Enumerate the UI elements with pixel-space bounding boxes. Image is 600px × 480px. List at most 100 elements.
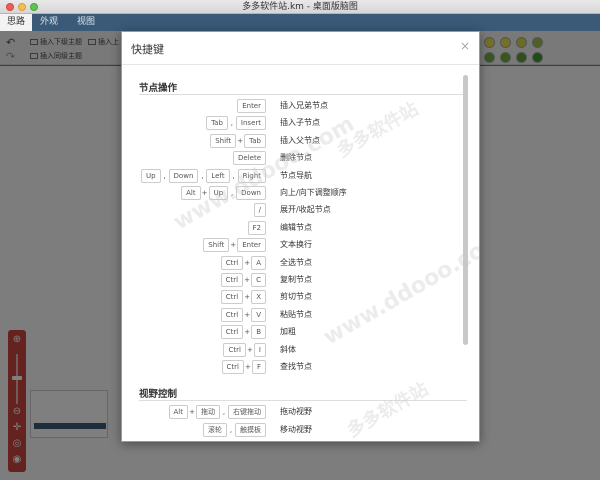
shortcut-row: Ctrl + F 查找节点: [122, 359, 462, 375]
shortcut-row: Ctrl + V 粘贴节点: [122, 307, 462, 323]
shortcut-keys: Ctrl + V: [220, 307, 266, 323]
key-separator: ,: [222, 408, 226, 417]
dialog-scrollbar[interactable]: [463, 75, 468, 345]
tab-appearance[interactable]: 外观: [33, 14, 65, 31]
keycap: Insert: [235, 116, 266, 131]
key-separator: +: [244, 276, 251, 284]
shortcut-row: Alt + Up, Down 向上/向下调整顺序: [122, 185, 462, 201]
keycap: /: [253, 203, 266, 218]
dialog-header: 快捷键 ×: [122, 32, 479, 65]
shortcut-keys: Shift + Tab: [210, 133, 266, 149]
key-separator: ,: [201, 171, 204, 180]
keycap: Tab: [244, 133, 266, 148]
shortcut-description: 文本换行: [280, 240, 312, 250]
key-separator: +: [244, 328, 251, 337]
shortcut-description: 插入兄弟节点: [280, 101, 328, 110]
shortcut-description: 展开/收起节点: [280, 205, 331, 215]
keycap: Ctrl: [220, 255, 244, 270]
key-separator: +: [189, 408, 195, 417]
shortcut-description: 向上/向下调整顺序: [280, 188, 347, 197]
tab-view[interactable]: 视图: [70, 14, 102, 31]
keycap: 滚轮: [203, 422, 227, 437]
shortcut-row: Ctrl + A 全选节点: [122, 255, 462, 271]
keycap: F: [251, 360, 266, 374]
keycap: Ctrl: [220, 273, 244, 287]
shortcut-row: Ctrl + B 加粗: [122, 324, 462, 340]
keycap: Tab: [206, 116, 228, 131]
shortcut-row: Ctrl + I 斜体: [122, 342, 462, 358]
key-separator: ,: [230, 119, 234, 128]
shortcut-row: 滚轮, 触摸板 移动视野: [122, 422, 462, 438]
keycap: Alt: [168, 405, 188, 420]
key-separator: +: [245, 363, 251, 371]
shortcut-keys: 滚轮, 触摸板: [203, 422, 266, 438]
shortcut-keys: Enter: [237, 98, 266, 114]
key-separator: +: [244, 310, 251, 319]
shortcut-description: 剪切节点: [280, 292, 312, 302]
shortcut-description: 粘贴节点: [280, 309, 312, 319]
keycap: X: [251, 290, 266, 305]
window-close-button[interactable]: [6, 3, 14, 11]
shortcut-description: 查找节点: [280, 362, 312, 371]
shortcut-description: 加粗: [280, 327, 296, 337]
shortcut-keys: Ctrl + X: [220, 289, 266, 305]
shortcut-keys: Ctrl + A: [220, 255, 266, 271]
key-separator: ,: [229, 425, 233, 434]
keycap: V: [251, 307, 266, 322]
shortcut-keys: Ctrl + B: [220, 324, 266, 340]
shortcut-description: 复制节点: [280, 275, 312, 284]
key-separator: +: [244, 258, 251, 267]
shortcut-keys: /: [253, 202, 266, 218]
shortcut-keys: Shift + Enter: [203, 237, 266, 253]
shortcut-keys: Ctrl + I: [223, 342, 266, 358]
dialog-body: 节点操作 Enter 插入兄弟节点 Tab, Insert 插入子节点 Shift + Tab 插…: [122, 66, 479, 441]
keycap: Enter: [237, 99, 266, 113]
key-separator: +: [230, 241, 237, 250]
keycap: 触摸板: [235, 422, 266, 437]
keycap: Shift: [210, 133, 237, 148]
keycap: Shift: [203, 238, 230, 253]
keycap: I: [253, 342, 266, 357]
shortcut-keys: Ctrl + F: [221, 359, 266, 375]
window-titlebar: 多多软件站.km - 桌面版脑图: [0, 0, 600, 14]
keycap: Down: [168, 168, 199, 183]
shortcut-keys: F2: [247, 220, 266, 236]
window-minimize-button[interactable]: [18, 3, 26, 11]
keycap: 拖动: [196, 405, 220, 420]
keycap: A: [251, 255, 266, 270]
shortcut-description: 全选节点: [280, 257, 312, 267]
keycap: Enter: [237, 238, 266, 253]
app-tabbar: 思路 外观 视图: [0, 14, 600, 31]
section-title: 节点操作: [139, 83, 178, 94]
shortcut-description: 移动视野: [280, 424, 312, 434]
keycap: Ctrl: [221, 360, 244, 374]
key-separator: +: [244, 293, 251, 302]
key-separator: ,: [163, 171, 166, 180]
keycap: F2: [247, 220, 266, 235]
shortcut-description: 拖动视野: [280, 407, 312, 417]
keycap: Ctrl: [220, 307, 244, 322]
shortcut-description: 斜体: [280, 344, 296, 354]
key-separator: +: [246, 345, 253, 354]
section-title: 视野控制: [139, 389, 178, 401]
keycap: Up: [140, 168, 161, 183]
shortcuts-dialog: 快捷键 × 节点操作 Enter 插入兄弟节点 Tab, Insert 插入子节点 Shif…: [121, 31, 480, 442]
window-title: 多多软件站.km - 桌面版脑图: [242, 2, 358, 12]
keycap: Ctrl: [220, 325, 244, 340]
keycap: C: [251, 273, 266, 287]
key-separator: +: [237, 136, 244, 145]
section-divider: [139, 94, 467, 95]
dialog-title: 快捷键: [131, 43, 164, 56]
tab-idea[interactable]: 思路: [0, 14, 33, 31]
shortcut-keys: Tab, Insert: [206, 115, 266, 131]
shortcut-keys: Alt + 拖动, 右键拖动: [168, 404, 266, 420]
keycap: B: [251, 325, 266, 340]
keycap: 右键拖动: [228, 405, 266, 420]
shortcut-row: F2 编辑节点: [122, 220, 462, 236]
keycap: Ctrl: [223, 342, 246, 357]
shortcut-keys: Ctrl + C: [220, 272, 266, 288]
shortcut-description: 编辑节点: [280, 222, 312, 232]
close-icon[interactable]: ×: [460, 40, 470, 52]
shortcut-row: Shift + Enter 文本换行: [122, 237, 462, 253]
window-maximize-button[interactable]: [30, 3, 38, 11]
